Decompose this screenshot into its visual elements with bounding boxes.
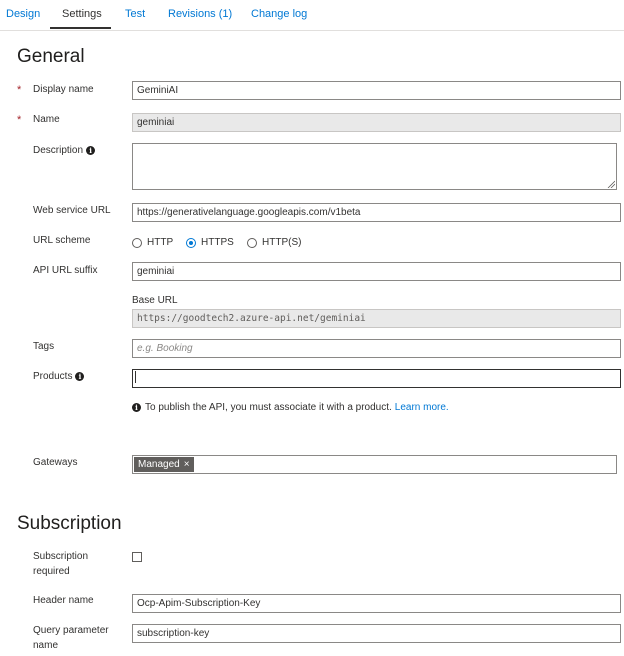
tab-settings[interactable]: Settings — [62, 8, 102, 20]
base-url-label: Base URL — [132, 295, 178, 306]
radio-selected-icon — [186, 237, 196, 248]
general-section-title: General — [17, 46, 85, 67]
description-label: Description — [33, 145, 84, 156]
subscription-section-title: Subscription — [17, 513, 122, 534]
tags-field[interactable]: e.g. Booking — [132, 339, 621, 358]
tags-label: Tags — [33, 341, 55, 352]
gateways-label: Gateways — [33, 457, 78, 468]
url-scheme-https-radio[interactable]: HTTPS — [186, 237, 234, 248]
radio-label: HTTP — [147, 237, 174, 248]
url-scheme-label: URL scheme — [33, 235, 91, 246]
label-line: Query parameter — [33, 625, 109, 636]
header-name-label: Header name — [33, 595, 94, 606]
gateways-field[interactable]: Managed × — [132, 455, 617, 474]
info-icon: i — [132, 403, 141, 412]
products-hint: i To publish the API, you must associate… — [132, 402, 449, 413]
url-scheme-http-radio[interactable]: HTTP — [132, 237, 173, 248]
text-caret — [135, 371, 136, 383]
resize-grip-icon[interactable] — [607, 180, 615, 188]
gateway-chip-managed: Managed × — [134, 457, 194, 472]
query-parameter-field[interactable]: subscription-key — [132, 624, 621, 643]
label-line: name — [33, 640, 59, 651]
description-label-row: Description i — [33, 143, 96, 158]
tab-test[interactable]: Test — [125, 8, 145, 20]
name-field[interactable]: geminiai — [132, 113, 621, 132]
url-scheme-https-both-radio[interactable]: HTTP(S) — [247, 237, 301, 248]
info-icon[interactable]: i — [86, 146, 96, 155]
required-marker: * — [17, 114, 22, 126]
required-marker: * — [17, 84, 22, 96]
tab-revisions[interactable]: Revisions (1) — [168, 8, 232, 20]
subscription-required-label: Subscription required — [33, 549, 88, 579]
tab-design[interactable]: Design — [6, 8, 40, 20]
base-url-field: https://goodtech2.azure-api.net/geminiai — [132, 309, 621, 328]
tab-bar: Design Settings Test Revisions (1) Chang… — [0, 0, 624, 31]
header-name-field[interactable]: Ocp-Apim-Subscription-Key — [132, 594, 621, 613]
label-line: Subscription — [33, 551, 89, 562]
tab-change-log[interactable]: Change log — [251, 8, 307, 20]
learn-more-link[interactable]: Learn more. — [395, 402, 449, 413]
active-tab-indicator — [50, 27, 111, 29]
remove-chip-icon[interactable]: × — [184, 457, 190, 472]
radio-circle-icon — [247, 237, 257, 248]
display-name-field[interactable]: GeminiAI — [132, 81, 621, 100]
api-url-suffix-label: API URL suffix — [33, 265, 98, 276]
label-line: required — [33, 566, 70, 577]
query-parameter-label: Query parameter name — [33, 623, 109, 653]
products-hint-text: To publish the API, you must associate i… — [145, 402, 392, 413]
display-name-label: Display name — [33, 84, 94, 95]
products-field[interactable] — [132, 369, 621, 388]
subscription-required-checkbox[interactable] — [132, 552, 142, 562]
radio-label: HTTPS — [201, 237, 234, 248]
chip-label: Managed — [138, 459, 180, 470]
web-service-url-field[interactable]: https://generativelanguage.googleapis.co… — [132, 203, 621, 222]
description-textarea[interactable] — [132, 143, 617, 190]
web-service-url-label: Web service URL — [33, 205, 111, 216]
name-label: Name — [33, 114, 60, 125]
products-label: Products — [33, 371, 73, 382]
radio-label: HTTP(S) — [262, 237, 302, 248]
products-label-row: Products i — [33, 369, 85, 384]
radio-circle-icon — [132, 237, 142, 248]
info-icon[interactable]: i — [75, 372, 85, 381]
api-url-suffix-field[interactable]: geminiai — [132, 262, 621, 281]
